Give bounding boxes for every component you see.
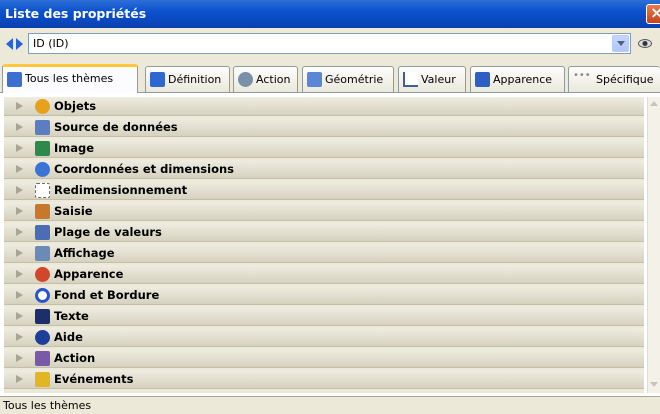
category-label: Evénements	[54, 372, 134, 386]
expand-arrow-icon[interactable]	[16, 333, 23, 341]
category-coordonnees[interactable]: Coordonnées et dimensions	[4, 160, 644, 179]
range-icon	[35, 225, 50, 240]
view-options-button[interactable]	[638, 37, 654, 51]
expand-arrow-icon[interactable]	[16, 354, 23, 362]
scroll-down-icon[interactable]	[650, 382, 658, 387]
tab-label: Valeur	[421, 73, 456, 86]
database-icon	[35, 120, 50, 135]
category-redimensionnement[interactable]: Redimensionnement	[4, 181, 644, 200]
tab-label: Apparence	[493, 73, 553, 86]
category-aide[interactable]: Aide	[4, 328, 644, 347]
category-plage-de-valeurs[interactable]: Plage de valeurs	[4, 223, 644, 242]
tab-valeur[interactable]: Valeur	[398, 66, 466, 92]
category-action[interactable]: Action	[4, 349, 644, 368]
expand-arrow-icon[interactable]	[16, 165, 23, 173]
category-affichage[interactable]: Affichage	[4, 244, 644, 263]
category-label: Redimensionnement	[54, 183, 188, 197]
border-icon	[35, 288, 50, 303]
category-list: Objets Source de données Image Coordonné…	[4, 97, 644, 393]
nav-arrows-icon[interactable]	[6, 38, 26, 50]
tab-specifique[interactable]: ••• Spécifique	[568, 66, 660, 92]
category-fond-et-bordure[interactable]: Fond et Bordure	[4, 286, 644, 305]
tab-label: Définition	[168, 73, 222, 86]
events-icon	[35, 372, 50, 387]
expand-arrow-icon[interactable]	[16, 249, 23, 257]
input-icon	[35, 204, 50, 219]
title-bar[interactable]: Liste des propriétés	[0, 0, 660, 28]
expand-arrow-icon[interactable]	[16, 375, 23, 383]
expand-arrow-icon[interactable]	[16, 291, 23, 299]
category-label: Fond et Bordure	[54, 288, 160, 302]
category-label: Objets	[54, 99, 97, 113]
list-icon	[7, 72, 22, 87]
tab-action[interactable]: Action	[233, 66, 298, 92]
display-icon	[35, 246, 50, 261]
category-label: Apparence	[54, 267, 124, 281]
expand-arrow-icon[interactable]	[16, 123, 23, 131]
tab-apparence[interactable]: Apparence	[470, 66, 565, 92]
category-texte[interactable]: Texte	[4, 307, 644, 326]
palette-icon	[35, 267, 50, 282]
window-title: Liste des propriétés	[5, 6, 147, 21]
tab-geometrie[interactable]: Géométrie	[302, 66, 394, 92]
category-label: Texte	[54, 309, 89, 323]
category-label: Coordonnées et dimensions	[54, 162, 235, 176]
tab-label: Tous les thèmes	[25, 72, 114, 85]
eye-icon	[638, 39, 652, 48]
expand-arrow-icon[interactable]	[16, 207, 23, 215]
gear-icon	[238, 72, 253, 87]
scroll-up-icon[interactable]	[650, 101, 658, 106]
status-text: Tous les thèmes	[3, 399, 92, 412]
dots-icon: •••	[573, 70, 591, 81]
category-label: Aide	[54, 330, 83, 344]
text-icon	[35, 309, 50, 324]
graph-icon	[403, 72, 418, 87]
resize-icon	[35, 183, 50, 198]
action-icon	[35, 351, 50, 366]
category-image[interactable]: Image	[4, 139, 644, 158]
category-source-de-donnees[interactable]: Source de données	[4, 118, 644, 137]
category-objets[interactable]: Objets	[4, 97, 644, 116]
tab-label: Géométrie	[325, 73, 384, 86]
chevron-down-icon[interactable]	[612, 35, 629, 52]
theme-tabs: Tous les thèmes Définition Action Géomét…	[0, 64, 660, 93]
tab-label: Spécifique	[596, 73, 654, 86]
category-label: Source de données	[54, 120, 178, 134]
category-label: Plage de valeurs	[54, 225, 162, 239]
category-apparence[interactable]: Apparence	[4, 265, 644, 284]
object-combobox[interactable]: ID (ID)	[28, 33, 631, 54]
expand-arrow-icon[interactable]	[16, 186, 23, 194]
category-label: Action	[54, 351, 96, 365]
category-saisie[interactable]: Saisie	[4, 202, 644, 221]
category-label: Saisie	[54, 204, 93, 218]
status-bar: Tous les thèmes	[0, 396, 660, 414]
tab-definition[interactable]: Définition	[145, 66, 230, 92]
cube-icon	[35, 99, 50, 114]
definition-icon	[150, 72, 165, 87]
image-icon	[35, 141, 50, 156]
geometry-icon	[307, 72, 322, 87]
vertical-scrollbar[interactable]	[647, 97, 660, 393]
category-label: Affichage	[54, 246, 115, 260]
category-label: Image	[54, 141, 95, 155]
monitor-icon	[475, 72, 490, 87]
expand-arrow-icon[interactable]	[16, 144, 23, 152]
expand-arrow-icon[interactable]	[16, 312, 23, 320]
tab-tous-les-themes[interactable]: Tous les thèmes	[2, 64, 138, 93]
property-panel: Objets Source de données Image Coordonné…	[0, 92, 660, 396]
expand-arrow-icon[interactable]	[16, 102, 23, 110]
expand-arrow-icon[interactable]	[16, 270, 23, 278]
expand-arrow-icon[interactable]	[16, 228, 23, 236]
close-button[interactable]	[646, 3, 660, 24]
help-icon	[35, 330, 50, 345]
category-evenements[interactable]: Evénements	[4, 370, 644, 389]
tab-label: Action	[256, 73, 291, 86]
object-selector-bar: ID (ID)	[0, 28, 660, 60]
object-combobox-value: ID (ID)	[33, 37, 69, 50]
move-icon	[35, 162, 50, 177]
